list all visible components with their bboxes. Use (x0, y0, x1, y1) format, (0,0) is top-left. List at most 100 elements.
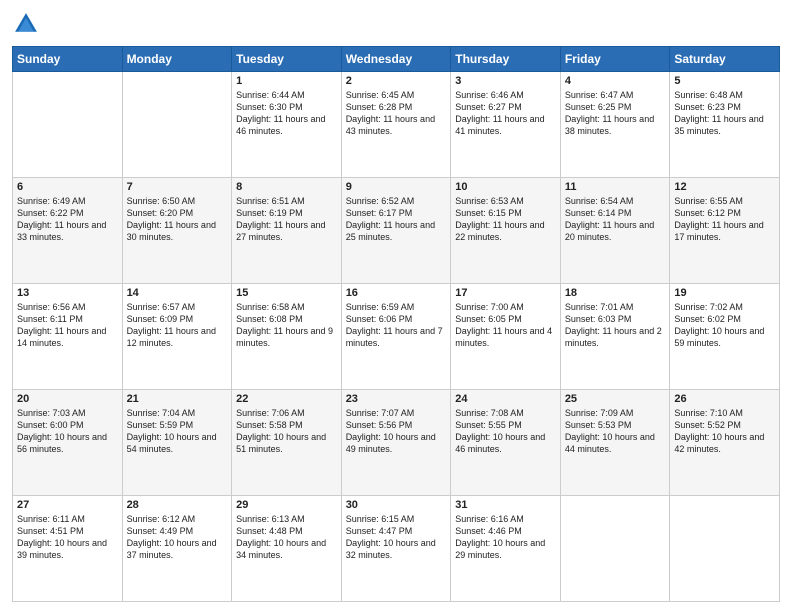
day-info: Sunrise: 6:52 AM Sunset: 6:17 PM Dayligh… (346, 195, 447, 244)
day-number: 16 (346, 287, 447, 299)
day-number: 23 (346, 393, 447, 405)
calendar-day-28: 28 Sunrise: 6:12 AM Sunset: 4:49 PM Dayli… (122, 496, 232, 602)
calendar-week-2: 6 Sunrise: 6:49 AM Sunset: 6:22 PM Daylig… (13, 178, 780, 284)
day-info: Sunrise: 6:46 AM Sunset: 6:27 PM Dayligh… (455, 89, 556, 138)
calendar-day-29: 29 Sunrise: 6:13 AM Sunset: 4:48 PM Dayli… (232, 496, 342, 602)
calendar-day-7: 7 Sunrise: 6:50 AM Sunset: 6:20 PM Daylig… (122, 178, 232, 284)
calendar-day-15: 15Sunrise: 6:58 AM Sunset: 6:08 PM Dayli… (232, 284, 342, 390)
day-number: 9 (346, 181, 447, 193)
calendar-week-5: 27 Sunrise: 6:11 AM Sunset: 4:51 PM Dayli… (13, 496, 780, 602)
calendar-day-22: 22 Sunrise: 7:06 AM Sunset: 5:58 PM Dayli… (232, 390, 342, 496)
day-number: 22 (236, 393, 337, 405)
calendar-day-13: 13 Sunrise: 6:56 AM Sunset: 6:11 PM Dayli… (13, 284, 123, 390)
logo (12, 10, 44, 38)
day-number: 25 (565, 393, 666, 405)
calendar-weekday-thursday: Thursday (451, 47, 561, 72)
day-number: 1 (236, 75, 337, 87)
day-info: Sunrise: 7:07 AM Sunset: 5:56 PM Dayligh… (346, 407, 447, 456)
day-info: Sunrise: 7:06 AM Sunset: 5:58 PM Dayligh… (236, 407, 337, 456)
calendar-empty-cell (122, 72, 232, 178)
day-number: 8 (236, 181, 337, 193)
calendar-day-25: 25 Sunrise: 7:09 AM Sunset: 5:53 PM Dayli… (560, 390, 670, 496)
calendar-day-23: 23 Sunrise: 7:07 AM Sunset: 5:56 PM Dayli… (341, 390, 451, 496)
day-number: 19 (674, 287, 775, 299)
day-info: Sunrise: 6:55 AM Sunset: 6:12 PM Dayligh… (674, 195, 775, 244)
day-number: 24 (455, 393, 556, 405)
day-info: Sunrise: 6:57 AM Sunset: 6:09 PM Dayligh… (127, 301, 228, 350)
calendar-week-4: 20Sunrise: 7:03 AM Sunset: 6:00 PM Dayli… (13, 390, 780, 496)
day-number: 27 (17, 499, 118, 511)
day-info: Sunrise: 7:08 AM Sunset: 5:55 PM Dayligh… (455, 407, 556, 456)
calendar-day-17: 17 Sunrise: 7:00 AM Sunset: 6:05 PM Dayli… (451, 284, 561, 390)
day-number: 7 (127, 181, 228, 193)
calendar-weekday-wednesday: Wednesday (341, 47, 451, 72)
day-info: Sunrise: 6:11 AM Sunset: 4:51 PM Dayligh… (17, 513, 118, 562)
day-number: 28 (127, 499, 228, 511)
calendar-empty-cell (13, 72, 123, 178)
day-info: Sunrise: 6:12 AM Sunset: 4:49 PM Dayligh… (127, 513, 228, 562)
calendar-header-row: SundayMondayTuesdayWednesdayThursdayFrid… (13, 47, 780, 72)
day-number: 6 (17, 181, 118, 193)
day-number: 30 (346, 499, 447, 511)
calendar-day-3: 3 Sunrise: 6:46 AM Sunset: 6:27 PM Daylig… (451, 72, 561, 178)
day-info: Sunrise: 6:56 AM Sunset: 6:11 PM Dayligh… (17, 301, 118, 350)
header (12, 10, 780, 38)
calendar-weekday-tuesday: Tuesday (232, 47, 342, 72)
day-info: Sunrise: 7:04 AM Sunset: 5:59 PM Dayligh… (127, 407, 228, 456)
calendar-day-31: 31 Sunrise: 6:16 AM Sunset: 4:46 PM Dayli… (451, 496, 561, 602)
calendar-day-27: 27 Sunrise: 6:11 AM Sunset: 4:51 PM Dayli… (13, 496, 123, 602)
day-info: Sunrise: 6:54 AM Sunset: 6:14 PM Dayligh… (565, 195, 666, 244)
day-info: Sunrise: 6:49 AM Sunset: 6:22 PM Dayligh… (17, 195, 118, 244)
calendar-day-6: 6 Sunrise: 6:49 AM Sunset: 6:22 PM Daylig… (13, 178, 123, 284)
calendar-day-16: 16Sunrise: 6:59 AM Sunset: 6:06 PM Dayli… (341, 284, 451, 390)
day-number: 17 (455, 287, 556, 299)
day-info: Sunrise: 6:45 AM Sunset: 6:28 PM Dayligh… (346, 89, 447, 138)
calendar-day-9: 9 Sunrise: 6:52 AM Sunset: 6:17 PM Daylig… (341, 178, 451, 284)
calendar-week-3: 13 Sunrise: 6:56 AM Sunset: 6:11 PM Dayli… (13, 284, 780, 390)
calendar-weekday-friday: Friday (560, 47, 670, 72)
day-info: Sunrise: 7:02 AM Sunset: 6:02 PM Dayligh… (674, 301, 775, 350)
day-number: 29 (236, 499, 337, 511)
day-info: Sunrise: 7:10 AM Sunset: 5:52 PM Dayligh… (674, 407, 775, 456)
calendar-day-20: 20Sunrise: 7:03 AM Sunset: 6:00 PM Dayli… (13, 390, 123, 496)
calendar-day-12: 12 Sunrise: 6:55 AM Sunset: 6:12 PM Dayli… (670, 178, 780, 284)
day-number: 31 (455, 499, 556, 511)
day-number: 2 (346, 75, 447, 87)
calendar-day-21: 21 Sunrise: 7:04 AM Sunset: 5:59 PM Dayli… (122, 390, 232, 496)
day-number: 20 (17, 393, 118, 405)
day-number: 10 (455, 181, 556, 193)
day-info: Sunrise: 6:13 AM Sunset: 4:48 PM Dayligh… (236, 513, 337, 562)
calendar-week-1: 1Sunrise: 6:44 AM Sunset: 6:30 PM Daylig… (13, 72, 780, 178)
day-number: 4 (565, 75, 666, 87)
calendar-day-14: 14Sunrise: 6:57 AM Sunset: 6:09 PM Dayli… (122, 284, 232, 390)
day-number: 13 (17, 287, 118, 299)
logo-icon (12, 10, 40, 38)
calendar-empty-cell (560, 496, 670, 602)
day-info: Sunrise: 7:01 AM Sunset: 6:03 PM Dayligh… (565, 301, 666, 350)
calendar-weekday-saturday: Saturday (670, 47, 780, 72)
day-info: Sunrise: 6:47 AM Sunset: 6:25 PM Dayligh… (565, 89, 666, 138)
day-number: 21 (127, 393, 228, 405)
calendar-empty-cell (670, 496, 780, 602)
day-number: 12 (674, 181, 775, 193)
day-number: 15 (236, 287, 337, 299)
day-info: Sunrise: 6:16 AM Sunset: 4:46 PM Dayligh… (455, 513, 556, 562)
calendar-day-26: 26 Sunrise: 7:10 AM Sunset: 5:52 PM Dayli… (670, 390, 780, 496)
day-number: 5 (674, 75, 775, 87)
calendar-weekday-monday: Monday (122, 47, 232, 72)
calendar-day-5: 5Sunrise: 6:48 AM Sunset: 6:23 PM Daylig… (670, 72, 780, 178)
day-number: 26 (674, 393, 775, 405)
day-info: Sunrise: 7:09 AM Sunset: 5:53 PM Dayligh… (565, 407, 666, 456)
calendar-weekday-sunday: Sunday (13, 47, 123, 72)
calendar-table: SundayMondayTuesdayWednesdayThursdayFrid… (12, 46, 780, 602)
day-info: Sunrise: 6:50 AM Sunset: 6:20 PM Dayligh… (127, 195, 228, 244)
calendar-day-30: 30Sunrise: 6:15 AM Sunset: 4:47 PM Dayli… (341, 496, 451, 602)
calendar-day-4: 4 Sunrise: 6:47 AM Sunset: 6:25 PM Daylig… (560, 72, 670, 178)
calendar-day-1: 1Sunrise: 6:44 AM Sunset: 6:30 PM Daylig… (232, 72, 342, 178)
day-number: 3 (455, 75, 556, 87)
day-info: Sunrise: 6:53 AM Sunset: 6:15 PM Dayligh… (455, 195, 556, 244)
page: SundayMondayTuesdayWednesdayThursdayFrid… (0, 0, 792, 612)
day-number: 11 (565, 181, 666, 193)
calendar-day-2: 2 Sunrise: 6:45 AM Sunset: 6:28 PM Daylig… (341, 72, 451, 178)
day-info: Sunrise: 7:00 AM Sunset: 6:05 PM Dayligh… (455, 301, 556, 350)
